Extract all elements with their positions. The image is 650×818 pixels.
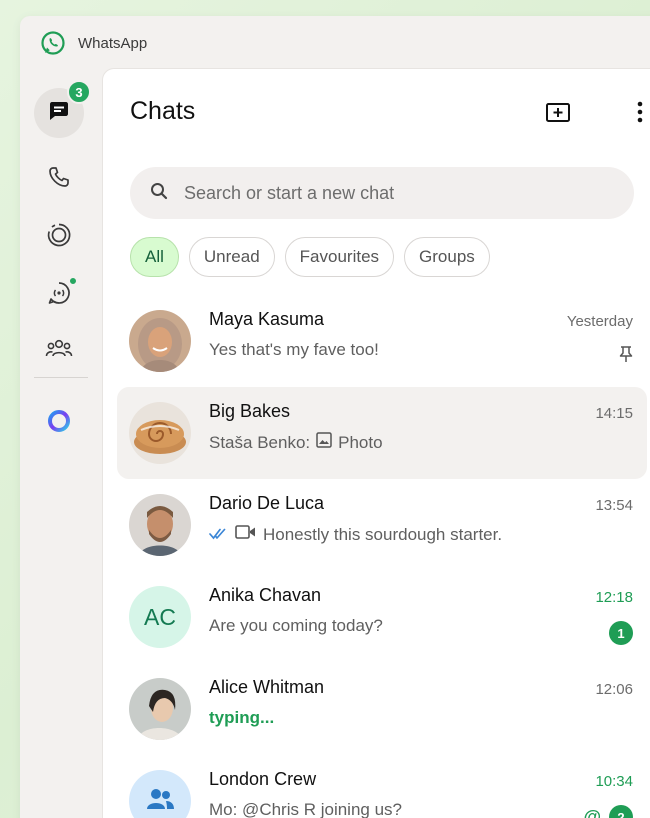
new-chat-icon [545,100,571,129]
title-bar: WhatsApp [20,16,650,70]
filter-chips: All Unread Favourites Groups [130,237,490,277]
chat-name: London Crew [209,769,317,789]
chat-preview: Are you coming today? [209,616,383,635]
mention-indicator: @ [583,806,601,818]
rail-calls-button[interactable] [34,154,84,204]
search-bar[interactable] [130,167,634,219]
filter-all[interactable]: All [130,237,179,277]
rail-status-button[interactable] [34,212,84,262]
chat-preview: Yes that's my fave too! [209,340,379,359]
chat-name: Alice Whitman [209,677,325,697]
chat-preview: Mo: @Chris R joining us? [209,800,402,818]
avatar [129,678,191,740]
chat-name: Dario De Luca [209,493,325,513]
menu-button[interactable] [623,97,650,131]
channels-new-dot [68,276,78,286]
whatsapp-logo-icon [40,30,66,56]
chat-time: 13:54 [595,497,633,514]
photo-icon [316,432,332,453]
avatar [129,402,191,464]
new-chat-button[interactable] [541,97,575,131]
typing-indicator: typing... [209,708,275,727]
chats-unread-badge: 3 [67,80,91,104]
app-title: WhatsApp [78,34,148,52]
chat-preview: Honestly this sourdough starter. [263,524,503,544]
chat-name: Big Bakes [209,401,291,421]
chat-row[interactable]: AC Anika Chavan Are you coming today? 12… [117,571,647,663]
status-icon [46,222,72,253]
meta-ai-icon [46,408,72,439]
filter-favourites[interactable]: Favourites [284,237,395,277]
chats-icon [47,99,71,128]
chat-row[interactable]: Dario De Luca Honestly this sourdough st… [117,479,647,571]
chat-time: 10:34 [595,773,633,790]
chat-time: 12:18 [595,589,633,606]
rail-channels-button[interactable] [34,270,84,320]
avatar [129,770,191,818]
unread-count-badge: 2 [609,805,633,818]
phone-icon [47,165,71,194]
rail-communities-button[interactable] [34,326,84,376]
chat-name: Anika Chavan [209,585,322,605]
chat-time: 14:15 [595,405,633,422]
group-icon [145,787,175,816]
chat-row[interactable]: London Crew Mo: @Chris R joining us? 10:… [117,755,647,818]
chat-time: Yesterday [566,313,633,330]
rail-meta-ai-button[interactable] [34,398,84,448]
pin-icon [619,345,633,368]
avatar [129,310,191,372]
rail-chats-button[interactable]: 3 [34,80,91,138]
more-vertical-icon [637,101,643,128]
avatar [129,494,191,556]
chat-sender: Staša Benko: [209,432,311,452]
chat-row[interactable]: Alice Whitman typing... 12:06 [117,663,647,755]
navigation-rail: 3 [20,70,102,818]
search-input[interactable] [184,182,604,204]
communities-icon [45,337,73,366]
search-icon [150,182,168,205]
avatar: AC [129,586,191,648]
chat-list-panel: Chats All Unread Favourites Groups [102,68,650,818]
chat-time: 12:06 [595,681,633,698]
video-icon [235,524,257,545]
channels-icon [46,280,72,311]
filter-unread[interactable]: Unread [188,237,275,277]
chat-preview: Photo [338,432,383,452]
rail-divider [34,377,88,378]
page-title: Chats [130,97,196,125]
chat-list: Maya Kasuma Yes that's my fave too! Yest… [117,295,647,818]
avatar-initials: AC [144,603,176,630]
app-window: WhatsApp 3 Chats Search or start a new c… [20,16,650,818]
chat-row[interactable]: Maya Kasuma Yes that's my fave too! Yest… [117,295,647,387]
unread-count-badge: 1 [609,621,633,645]
filter-groups[interactable]: Groups [404,237,490,277]
chat-row-selected[interactable]: Big Bakes Staša Benko: Photo 14:15 [117,387,647,479]
double-check-icon [209,525,229,545]
